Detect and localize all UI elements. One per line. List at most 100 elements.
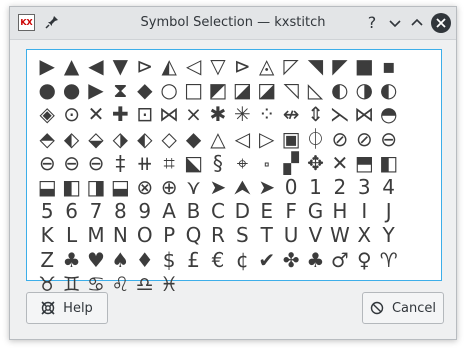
symbol-cell[interactable]: ◐ bbox=[328, 78, 352, 102]
symbol-cell[interactable]: ➤ bbox=[206, 175, 230, 199]
symbol-cell[interactable]: Q bbox=[181, 223, 205, 247]
symbol-cell[interactable]: ✚ bbox=[108, 102, 132, 126]
symbol-cell[interactable]: ⬗ bbox=[108, 127, 132, 151]
symbol-cell[interactable]: D bbox=[230, 199, 254, 223]
symbol-cell[interactable]: ◀ bbox=[84, 54, 108, 78]
symbol-cell[interactable]: N bbox=[108, 223, 132, 247]
symbol-cell[interactable]: ⬒ bbox=[352, 151, 376, 175]
symbol-cell[interactable]: ⧺ bbox=[133, 151, 157, 175]
symbol-cell[interactable]: ⊡ bbox=[133, 102, 157, 126]
minimize-button[interactable] bbox=[385, 13, 405, 33]
symbol-cell[interactable]: M bbox=[84, 223, 108, 247]
symbol-cell[interactable]: ○ bbox=[157, 78, 181, 102]
symbol-cell[interactable]: ▽ bbox=[206, 54, 230, 78]
symbol-cell[interactable]: ◭ bbox=[157, 54, 181, 78]
symbol-cell[interactable]: B bbox=[181, 199, 205, 223]
symbol-cell[interactable]: Y bbox=[376, 223, 400, 247]
maximize-button[interactable] bbox=[407, 13, 427, 33]
context-help-button[interactable]: ? bbox=[362, 13, 382, 33]
symbol-cell[interactable]: ✕ bbox=[328, 151, 352, 175]
symbol-cell[interactable]: R bbox=[206, 223, 230, 247]
symbol-cell[interactable]: ◇ bbox=[157, 127, 181, 151]
symbol-cell[interactable]: 1 bbox=[303, 175, 327, 199]
title-bar[interactable]: KX Symbol Selection — kxstitch ? bbox=[10, 7, 456, 40]
symbol-cell[interactable]: 8 bbox=[108, 199, 132, 223]
symbol-cell[interactable]: ⏀ bbox=[303, 127, 327, 151]
symbol-cell[interactable]: ▷ bbox=[255, 127, 279, 151]
symbol-cell[interactable]: ⇕ bbox=[303, 102, 327, 126]
symbol-cell[interactable]: ◨ bbox=[84, 175, 108, 199]
symbol-cell[interactable]: E bbox=[255, 199, 279, 223]
symbol-cell[interactable]: ■ bbox=[352, 54, 376, 78]
symbol-cell[interactable]: ◁ bbox=[181, 54, 205, 78]
symbol-cell[interactable]: 6 bbox=[59, 199, 83, 223]
symbol-cell[interactable]: ⊖ bbox=[84, 151, 108, 175]
symbol-cell[interactable]: ⋋ bbox=[328, 102, 352, 126]
symbol-cell[interactable]: ✱ bbox=[206, 102, 230, 126]
symbol-cell[interactable]: P bbox=[157, 223, 181, 247]
symbol-cell[interactable]: ⊘ bbox=[328, 127, 352, 151]
symbol-cell[interactable]: ♎ bbox=[133, 272, 157, 296]
symbol-cell[interactable]: ♠ bbox=[108, 248, 132, 272]
symbol-cell[interactable]: 2 bbox=[328, 175, 352, 199]
symbol-cell[interactable]: ⬓ bbox=[35, 175, 59, 199]
symbol-cell[interactable]: ➤ bbox=[255, 175, 279, 199]
symbol-cell[interactable]: ⌗ bbox=[157, 151, 181, 175]
symbol-cell[interactable]: ✳ bbox=[230, 102, 254, 126]
symbol-cell[interactable]: ⋈ bbox=[352, 102, 376, 126]
symbol-cell[interactable]: 3 bbox=[352, 175, 376, 199]
symbol-cell[interactable]: ◩ bbox=[206, 78, 230, 102]
symbol-cell[interactable]: ⬞ bbox=[255, 151, 279, 175]
symbol-cell[interactable]: U bbox=[279, 223, 303, 247]
symbol-cell[interactable]: ⁘ bbox=[255, 102, 279, 126]
symbol-cell[interactable]: ⊖ bbox=[59, 151, 83, 175]
symbol-cell[interactable]: ⮝ bbox=[230, 175, 254, 199]
symbol-cell[interactable]: ⬓ bbox=[108, 175, 132, 199]
symbol-cell[interactable]: ◺ bbox=[303, 78, 327, 102]
symbol-cell[interactable]: I bbox=[352, 199, 376, 223]
symbol-cell[interactable]: £ bbox=[181, 248, 205, 272]
symbol-cell[interactable]: € bbox=[206, 248, 230, 272]
symbol-cell[interactable]: ⌖ bbox=[230, 151, 254, 175]
symbol-cell[interactable]: F bbox=[279, 199, 303, 223]
symbol-cell[interactable]: ◪ bbox=[255, 78, 279, 102]
symbol-cell[interactable]: ⊖ bbox=[35, 151, 59, 175]
symbol-cell[interactable]: ▞ bbox=[279, 151, 303, 175]
symbol-cell[interactable]: ✥ bbox=[303, 151, 327, 175]
close-button[interactable] bbox=[431, 13, 451, 33]
symbol-cell[interactable]: ◈ bbox=[35, 102, 59, 126]
symbol-cell[interactable]: C bbox=[206, 199, 230, 223]
symbol-cell[interactable]: S bbox=[230, 223, 254, 247]
symbol-cell[interactable]: ⊗ bbox=[133, 175, 157, 199]
symbol-cell[interactable]: ◐ bbox=[376, 78, 400, 102]
symbol-cell[interactable]: ⬘ bbox=[35, 127, 59, 151]
symbol-cell[interactable]: ◹ bbox=[279, 78, 303, 102]
symbol-cell[interactable]: ◧ bbox=[59, 175, 83, 199]
symbol-cell[interactable]: ♓ bbox=[157, 272, 181, 296]
symbol-cell[interactable]: ● bbox=[35, 78, 59, 102]
symbol-cell[interactable]: O bbox=[133, 223, 157, 247]
symbol-cell[interactable]: ◆ bbox=[181, 127, 205, 151]
symbol-cell[interactable]: ▶ bbox=[84, 78, 108, 102]
symbol-cell[interactable]: 5 bbox=[35, 199, 59, 223]
symbol-cell[interactable]: ⨯ bbox=[181, 102, 205, 126]
symbol-cell[interactable]: T bbox=[255, 223, 279, 247]
symbol-cell[interactable]: ◤ bbox=[328, 54, 352, 78]
symbol-cell[interactable]: ◪ bbox=[230, 78, 254, 102]
symbol-cell[interactable]: ⬕ bbox=[181, 151, 205, 175]
symbol-cell[interactable]: △ bbox=[206, 127, 230, 151]
symbol-cell[interactable]: ◸ bbox=[279, 54, 303, 78]
symbol-cell[interactable]: ⋎ bbox=[181, 175, 205, 199]
symbol-cell[interactable]: X bbox=[352, 223, 376, 247]
symbol-cell[interactable]: V bbox=[303, 223, 327, 247]
symbol-cell[interactable]: ◆ bbox=[133, 78, 157, 102]
symbol-cell[interactable]: ↮ bbox=[279, 102, 303, 126]
symbol-cell[interactable]: ‡ bbox=[108, 151, 132, 175]
symbol-cell[interactable]: ⬙ bbox=[84, 127, 108, 151]
symbol-cell[interactable]: ▪ bbox=[376, 54, 400, 78]
symbol-cell[interactable]: ⊳ bbox=[133, 54, 157, 78]
symbol-cell[interactable]: ⊙ bbox=[59, 102, 83, 126]
symbol-cell[interactable]: ⬖ bbox=[59, 127, 83, 151]
symbol-cell[interactable]: ✔ bbox=[255, 248, 279, 272]
symbol-cell[interactable]: ♥ bbox=[84, 248, 108, 272]
